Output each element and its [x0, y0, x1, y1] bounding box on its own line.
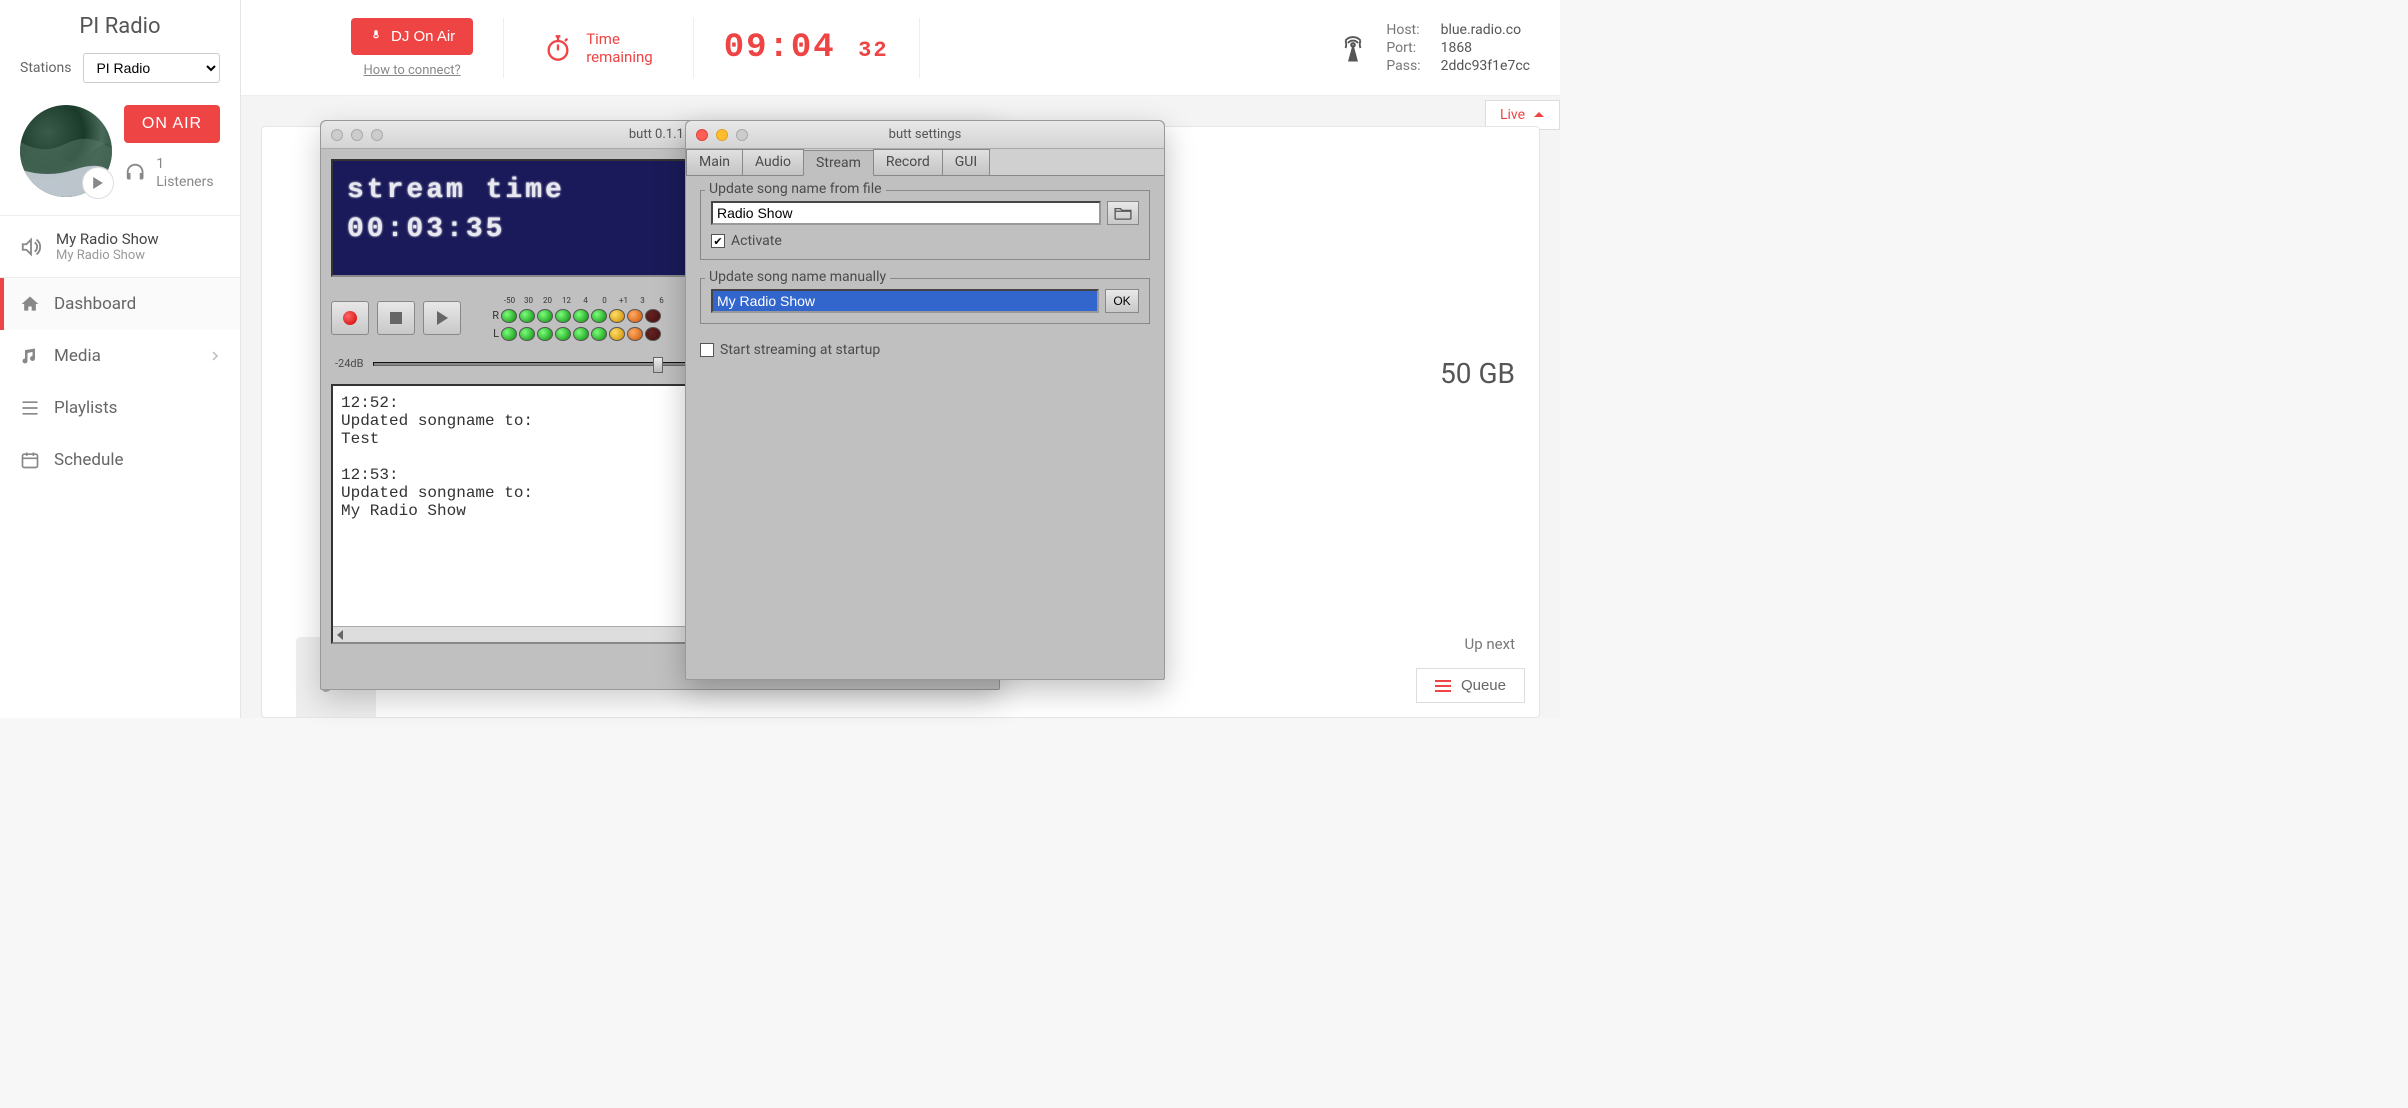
station-row: Stations PI Radio: [0, 47, 240, 97]
hamburger-icon: [1435, 680, 1451, 692]
mic-icon: [369, 29, 383, 43]
update-manually-fieldset: Update song name manually OK: [700, 278, 1150, 324]
nav-schedule-label: Schedule: [54, 450, 123, 470]
calendar-icon: [20, 450, 40, 470]
queue-button[interactable]: Queue: [1416, 668, 1525, 703]
music-icon: [20, 346, 40, 366]
nav-playlists[interactable]: Playlists: [0, 382, 240, 434]
stations-label: Stations: [20, 60, 71, 76]
pass-label: Pass:: [1386, 58, 1420, 74]
port-label: Port:: [1386, 40, 1420, 56]
now-playing-text: My Radio Show My Radio Show: [56, 230, 159, 263]
activate-row[interactable]: Activate: [711, 233, 1139, 249]
stopwatch-icon: [544, 34, 572, 62]
fs1-label: Update song name from file: [705, 181, 886, 197]
ok-button[interactable]: OK: [1105, 289, 1139, 313]
on-air-button[interactable]: ON AIR: [124, 105, 220, 143]
station-avatar: [20, 105, 112, 197]
chevron-right-icon: [210, 351, 220, 361]
chevron-up-icon: [1533, 111, 1545, 119]
divider: [919, 18, 920, 78]
settings-body: Update song name from file Activate Upda…: [686, 176, 1164, 372]
tab-main[interactable]: Main: [686, 149, 743, 175]
hero-right: ON AIR 1 Listeners: [124, 105, 220, 191]
settings-titlebar[interactable]: butt settings: [686, 121, 1164, 149]
fs2-label: Update song name manually: [705, 269, 890, 285]
connection-section: Host: blue.radio.co Port: 1868 Pass: 2ddc93…: [1308, 22, 1560, 74]
nav-dashboard-label: Dashboard: [54, 294, 136, 314]
up-next-label: Up next: [1465, 635, 1515, 653]
host-label: Host:: [1386, 22, 1420, 38]
settings-tabs: Main Audio Stream Record GUI: [686, 149, 1164, 176]
play-button[interactable]: [423, 301, 461, 335]
sidebar: PI Radio Stations PI Radio ON AIR 1 List…: [0, 0, 241, 718]
pass-value: 2ddc93f1e7cc: [1441, 58, 1530, 74]
startup-checkbox[interactable]: [700, 343, 714, 357]
antenna-icon: [1338, 33, 1368, 63]
home-icon: [20, 294, 40, 314]
headphones-icon: [124, 161, 146, 185]
play-icon: [437, 311, 448, 325]
startup-label: Start streaming at startup: [720, 342, 880, 358]
station-title: PI Radio: [0, 0, 240, 47]
meter-ticks: -5030201240+136: [501, 296, 670, 305]
nav-schedule[interactable]: Schedule: [0, 434, 240, 486]
listeners-text: 1 Listeners: [156, 155, 220, 191]
song-file-input[interactable]: [711, 201, 1101, 225]
play-icon[interactable]: [82, 167, 114, 199]
vu-meter: -5030201240+136 R L: [485, 296, 670, 341]
dj-on-air-button[interactable]: DJ On Air: [351, 18, 473, 55]
stop-button[interactable]: [377, 301, 415, 335]
nav-dashboard[interactable]: Dashboard: [0, 278, 240, 330]
station-select[interactable]: PI Radio: [83, 53, 220, 83]
time-label: Time remaining: [586, 30, 653, 66]
stop-icon: [390, 312, 402, 324]
settings-window-title: butt settings: [686, 127, 1164, 142]
browse-file-button[interactable]: [1107, 201, 1139, 225]
dj-label: DJ On Air: [391, 28, 455, 45]
listeners-row: 1 Listeners: [124, 155, 220, 191]
activate-label: Activate: [731, 233, 782, 249]
connection-grid: Host: blue.radio.co Port: 1868 Pass: 2ddc93…: [1386, 22, 1530, 74]
now-playing-title: My Radio Show: [56, 230, 159, 248]
nav: Dashboard Media Playlists Schedule: [0, 277, 240, 486]
tab-record[interactable]: Record: [873, 149, 943, 175]
storage-text: 50 GB: [1440, 357, 1515, 390]
activate-checkbox[interactable]: [711, 234, 725, 248]
update-from-file-fieldset: Update song name from file Activate: [700, 190, 1150, 260]
speaker-icon: [20, 236, 42, 258]
tab-audio[interactable]: Audio: [742, 149, 804, 175]
time-remaining-section: Time remaining: [504, 30, 693, 66]
listeners-label: Listeners: [156, 174, 213, 190]
tab-stream[interactable]: Stream: [803, 150, 874, 176]
transport-buttons: [331, 301, 461, 335]
folder-icon: [1114, 206, 1132, 220]
time-digits: 09:04 32: [694, 29, 919, 67]
now-playing: My Radio Show My Radio Show: [0, 215, 240, 277]
nav-media-label: Media: [54, 346, 101, 366]
nav-playlists-label: Playlists: [54, 398, 117, 418]
listeners-count: 1: [156, 156, 164, 172]
tab-gui[interactable]: GUI: [942, 149, 990, 175]
how-to-connect-link[interactable]: How to connect?: [364, 63, 461, 78]
song-manual-input[interactable]: [711, 289, 1099, 313]
vol-min-label: -24dB: [335, 357, 363, 370]
record-icon: [343, 311, 357, 325]
port-value: 1868: [1441, 40, 1530, 56]
host-value: blue.radio.co: [1441, 22, 1530, 38]
topbar: DJ On Air How to connect? Time remaining…: [241, 0, 1560, 96]
startup-row[interactable]: Start streaming at startup: [700, 342, 1150, 358]
dj-section: DJ On Air How to connect?: [321, 18, 503, 78]
butt-settings-window: butt settings Main Audio Stream Record G…: [685, 120, 1165, 680]
now-playing-sub: My Radio Show: [56, 248, 159, 263]
record-button[interactable]: [331, 301, 369, 335]
station-hero: ON AIR 1 Listeners: [0, 97, 240, 215]
volume-thumb[interactable]: [653, 357, 663, 373]
nav-media[interactable]: Media: [0, 330, 240, 382]
list-icon: [20, 398, 40, 418]
